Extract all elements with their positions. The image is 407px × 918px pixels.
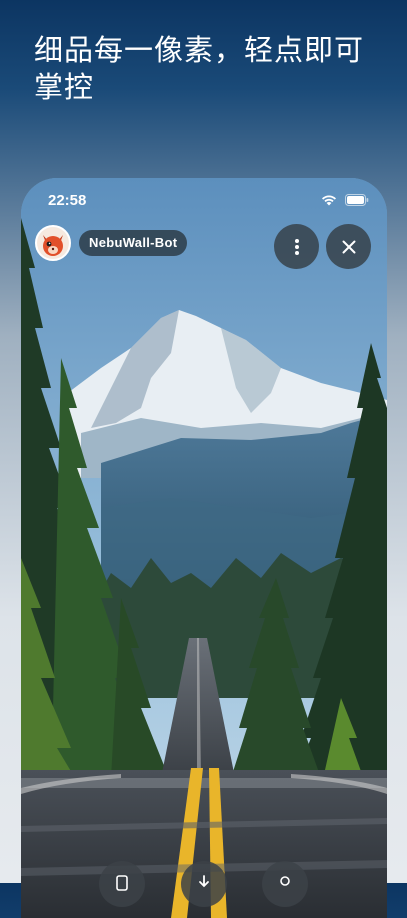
status-icons	[321, 194, 369, 206]
red-fox-avatar	[37, 227, 69, 259]
battery-icon	[345, 194, 369, 206]
headline: 细品每一像素，轻点即可掌控	[34, 33, 365, 104]
profile-button[interactable]	[262, 861, 308, 907]
phone-button[interactable]	[99, 861, 145, 907]
close-icon	[342, 240, 355, 253]
more-vertical-icon	[294, 238, 299, 255]
close-button[interactable]	[326, 224, 371, 269]
phone-preview: 22:58 NebuWall-Bot	[21, 178, 387, 918]
status-bar: 22:58	[21, 178, 387, 222]
phone-icon	[116, 875, 128, 891]
download-icon	[199, 875, 209, 888]
more-options-button[interactable]	[274, 224, 319, 269]
bot-avatar[interactable]	[35, 225, 71, 261]
wallpaper-image	[21, 178, 387, 918]
wifi-icon	[321, 194, 337, 206]
profile-icon	[280, 876, 290, 886]
download-button[interactable]	[181, 861, 227, 907]
status-time: 22:58	[48, 192, 87, 209]
bot-name-chip[interactable]: NebuWall-Bot	[79, 230, 188, 256]
